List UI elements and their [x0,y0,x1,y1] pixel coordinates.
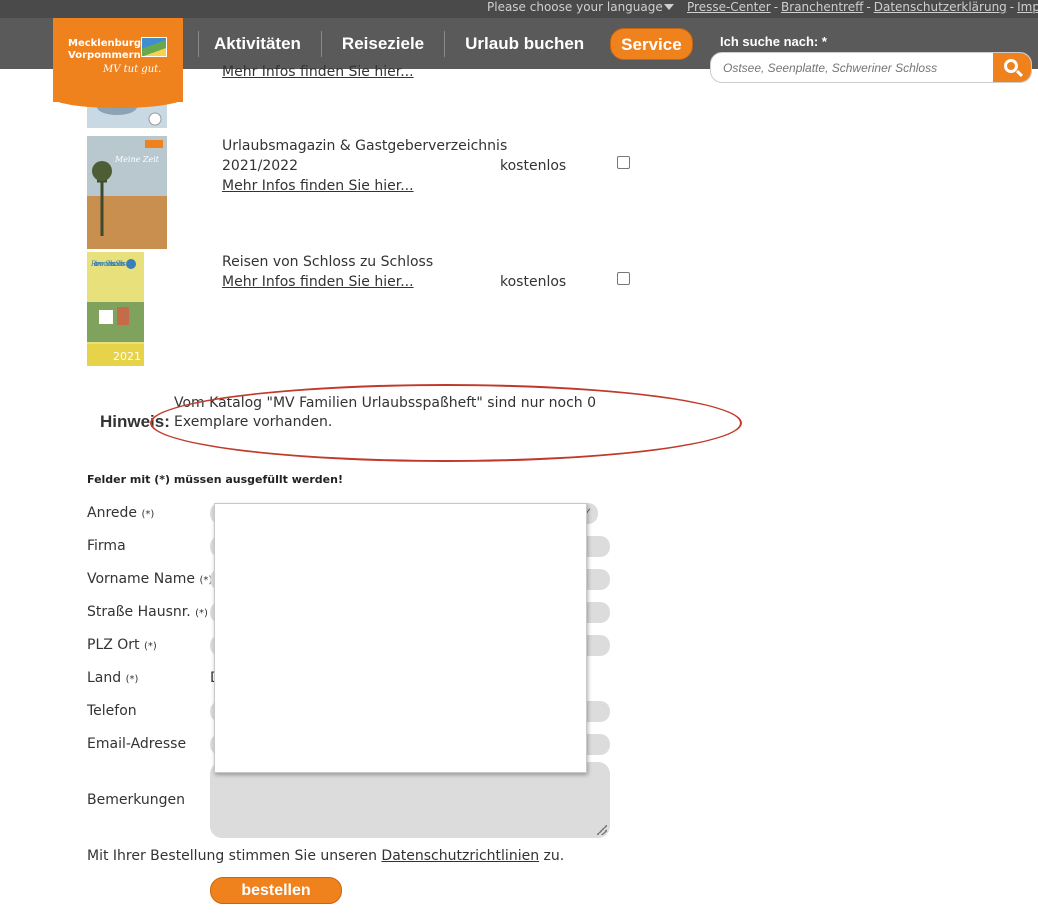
email-label: Email-Adresse [87,736,187,752]
more-info-link[interactable]: Mehr Infos finden Sie hier... [222,62,414,82]
chevron-down-icon[interactable] [664,4,674,10]
impressum-link[interactable]: Impressum [1017,0,1038,14]
logo-line2: Vorpommern [68,50,141,61]
presse-center-link[interactable]: Presse-Center [687,0,771,14]
catalog-price: kostenlos [500,274,567,290]
datenschutz-link[interactable]: Datenschutzerklärung [874,0,1007,14]
order-button[interactable]: bestellen [210,877,342,904]
annotation-ellipse [150,384,742,462]
dropdown-popup[interactable] [214,503,587,773]
catalog-title: Reisen von Schloss zu Schloss [222,254,434,270]
nav-reiseziele[interactable]: Reiseziele [320,30,444,57]
name-label: Vorname Name (*) [87,571,213,587]
privacy-policy-link[interactable]: Datenschutzrichtlinien [381,848,539,864]
thumbnail-caption: Meine Zeit [114,155,160,164]
nav-aktivitaeten[interactable]: Aktivitäten [198,30,321,57]
required-note: Felder mit (*) müssen ausgefüllt werden! [87,473,343,486]
branchentreff-link[interactable]: Branchentreff [781,0,863,14]
strasse-label: Straße Hausnr. (*) [87,604,208,620]
catalog-item: Reisen vom Schloss zu Schloss 2021 Reise… [87,252,647,366]
language-prompt[interactable]: Please choose your language [487,0,663,14]
catalog-checkbox[interactable] [617,272,630,285]
land-label: Land (*) [87,670,139,686]
bemerkungen-label: Bemerkungen [87,792,186,808]
utility-links: Presse-Center - Branchentreff - Datenschutze… [687,0,1038,14]
catalog-thumbnail[interactable]: Reisen vom Schloss zu Schloss 2021 [87,252,144,366]
search-box [710,52,1032,83]
search-label: Ich suche nach: * [720,34,827,49]
search-button[interactable] [993,53,1031,82]
catalog-thumbnail[interactable]: Meine Zeit [87,136,167,249]
nav-urlaub-buchen[interactable]: Urlaub buchen [444,30,604,57]
logo-tagline: MV tut gut. [103,64,162,75]
resize-handle-icon[interactable] [597,825,607,835]
catalog-item: Meine Zeit Urlaubsmagazin & Gastgeberver… [87,136,647,249]
plz-label: PLZ Ort (*) [87,637,157,653]
catalog-checkbox[interactable] [617,156,630,169]
catalog-price: kostenlos [500,158,567,174]
logo-flag-icon [141,37,167,57]
consent-text: Mit Ihrer Bestellung stimmen Sie unseren… [87,848,565,864]
site-logo[interactable]: Mecklenburg Vorpommern MV tut gut. [53,18,183,108]
firma-label: Firma [87,538,126,554]
nav-service[interactable]: Service [610,27,693,60]
anrede-label: Anrede (*) [87,505,155,521]
bemerkungen-textarea[interactable] [210,762,610,838]
search-input[interactable] [723,59,993,77]
more-info-link[interactable]: Mehr Infos finden Sie hier... [222,176,414,196]
thumbnail-caption: Reisen vom Schloss zu Schloss [90,260,126,268]
telefon-label: Telefon [87,703,137,719]
utility-bar: Please choose your language Presse-Cente… [0,0,1038,18]
more-info-link[interactable]: Mehr Infos finden Sie hier... [222,272,414,292]
logo-line1: Mecklenburg [68,38,142,49]
catalog-title: Urlaubsmagazin & Gastgeberverzeichnis 20… [222,138,508,174]
thumbnail-year: 2021 [113,350,141,363]
